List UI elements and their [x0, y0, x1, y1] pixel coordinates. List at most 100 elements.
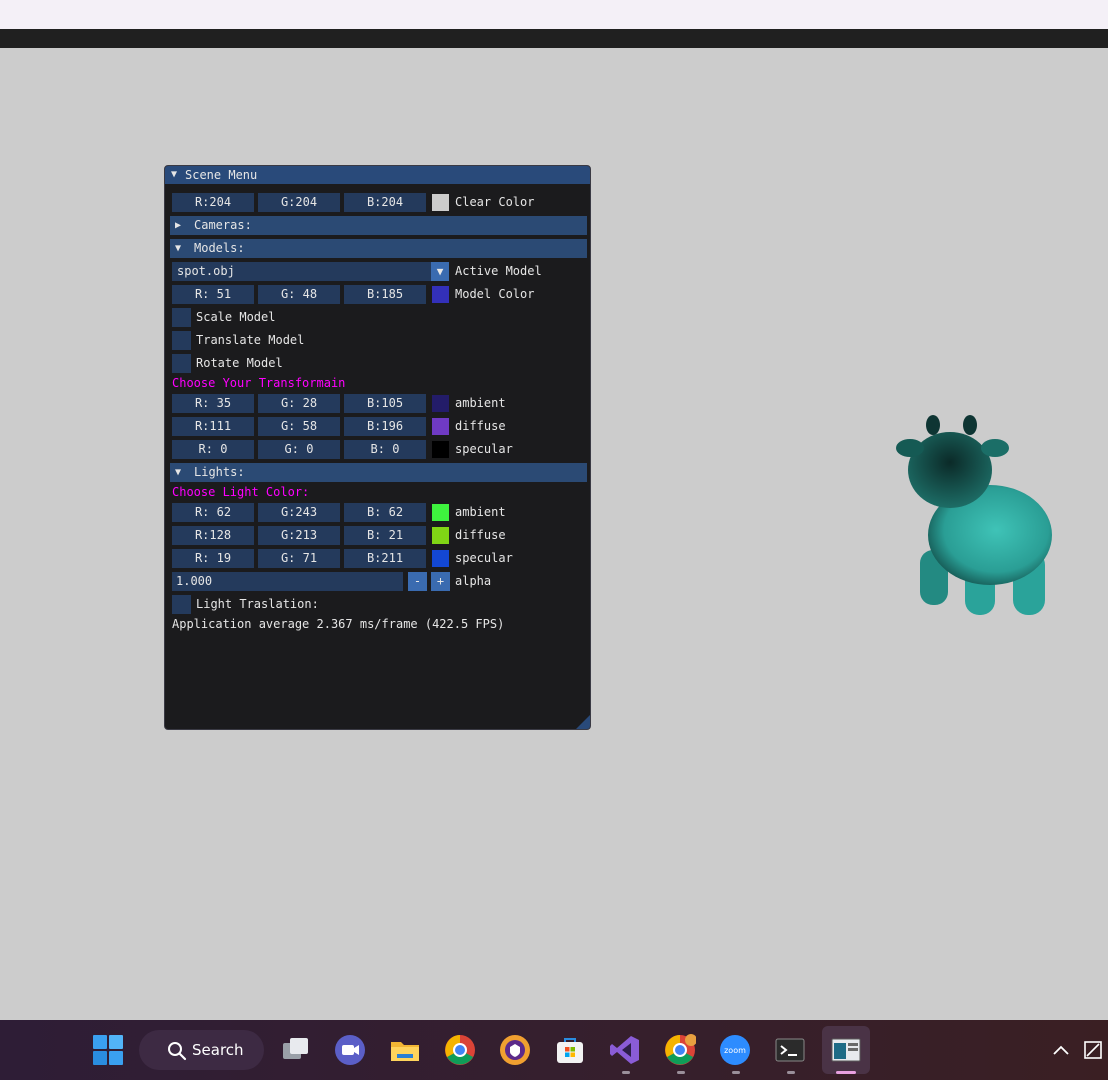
- light-diffuse-r-field[interactable]: R:128: [172, 526, 254, 545]
- light-specular-label: specular: [455, 551, 513, 565]
- clear-color-g-field[interactable]: G:204: [258, 193, 340, 212]
- clear-color-swatch[interactable]: [432, 194, 449, 211]
- material-diffuse-r-field[interactable]: R:111: [172, 417, 254, 436]
- material-specular-g-field[interactable]: G: 0: [258, 440, 340, 459]
- window-title: Scene Menu: [185, 168, 258, 182]
- model-color-g-field[interactable]: G: 48: [258, 285, 340, 304]
- alpha-decrement-button[interactable]: -: [408, 572, 427, 591]
- light-specular-g-field[interactable]: G: 71: [258, 549, 340, 568]
- material-ambient-r-field[interactable]: R: 35: [172, 394, 254, 413]
- light-specular-r-field[interactable]: R: 19: [172, 549, 254, 568]
- lights-header[interactable]: ▼ Lights:: [170, 463, 587, 482]
- running-indicator: [677, 1071, 685, 1074]
- notification-icon[interactable]: [1082, 1039, 1104, 1061]
- model-color-swatch[interactable]: [432, 286, 449, 303]
- search-icon: [168, 1042, 187, 1061]
- collapse-arrow-icon: ▼: [175, 467, 182, 478]
- material-diffuse-b-field[interactable]: B:196: [344, 417, 426, 436]
- collapse-arrow-icon[interactable]: ▼: [171, 166, 177, 184]
- material-specular-label: specular: [455, 442, 513, 456]
- alpha-label: alpha: [455, 574, 492, 588]
- collapse-arrow-icon: ▼: [175, 243, 182, 254]
- active-model-label: Active Model: [455, 264, 542, 278]
- alpha-increment-button[interactable]: +: [431, 572, 450, 591]
- light-ambient-label: ambient: [455, 505, 506, 519]
- clear-color-label: Clear Color: [455, 195, 535, 209]
- alpha-value: 1.000: [176, 574, 213, 588]
- light-diffuse-g-field[interactable]: G:213: [258, 526, 340, 545]
- material-ambient-label: ambient: [455, 396, 506, 410]
- models-header-label: Models:: [194, 241, 245, 255]
- light-specular-swatch[interactable]: [432, 550, 449, 567]
- light-ambient-swatch[interactable]: [432, 504, 449, 521]
- light-translation-label: Light Traslation:: [196, 597, 319, 611]
- transform-prompt: Choose Your Transformain: [172, 376, 346, 390]
- taskbar-search-box[interactable]: Search: [139, 1030, 264, 1070]
- terminal-icon[interactable]: [774, 1034, 806, 1066]
- task-view-icon[interactable]: [280, 1034, 312, 1066]
- material-ambient-g-field[interactable]: G: 28: [258, 394, 340, 413]
- material-specular-b-field[interactable]: B: 0: [344, 440, 426, 459]
- clear-color-b-field[interactable]: B:204: [344, 193, 426, 212]
- lights-header-label: Lights:: [194, 465, 245, 479]
- scale-model-checkbox[interactable]: [172, 308, 191, 327]
- translate-model-label: Translate Model: [196, 333, 305, 347]
- app-title-bar: [0, 29, 1108, 48]
- chevron-up-icon[interactable]: [1052, 1041, 1070, 1059]
- alpha-input[interactable]: 1.000: [172, 572, 403, 591]
- microsoft-store-icon[interactable]: [554, 1034, 586, 1066]
- rotate-model-label: Rotate Model: [196, 356, 283, 370]
- teams-meet-icon[interactable]: [334, 1034, 366, 1066]
- light-ambient-r-field[interactable]: R: 62: [172, 503, 254, 522]
- cameras-header-label: Cameras:: [194, 218, 252, 232]
- visual-studio-icon[interactable]: [609, 1034, 641, 1066]
- chrome-icon[interactable]: [444, 1034, 476, 1066]
- light-translation-checkbox[interactable]: [172, 595, 191, 614]
- scene-menu-window: ▼ Scene Menu R:204 G:204 B:204 Clear Col…: [164, 165, 591, 730]
- active-indicator: [836, 1071, 856, 1074]
- bitwarden-icon[interactable]: [499, 1034, 531, 1066]
- material-diffuse-g-field[interactable]: G: 58: [258, 417, 340, 436]
- zoom-icon[interactable]: zoom: [719, 1034, 751, 1066]
- light-ambient-g-field[interactable]: G:243: [258, 503, 340, 522]
- light-ambient-b-field[interactable]: B: 62: [344, 503, 426, 522]
- light-diffuse-b-field[interactable]: B: 21: [344, 526, 426, 545]
- top-strip: [0, 0, 1108, 29]
- active-model-combo[interactable]: spot.obj ▼: [172, 262, 449, 281]
- running-indicator: [622, 1071, 630, 1074]
- rotate-model-checkbox[interactable]: [172, 354, 191, 373]
- model-color-r-field[interactable]: R: 51: [172, 285, 254, 304]
- windows-start-icon[interactable]: [92, 1034, 124, 1066]
- opengl-app-icon[interactable]: [830, 1034, 862, 1066]
- light-diffuse-label: diffuse: [455, 528, 506, 542]
- file-explorer-icon[interactable]: [389, 1034, 421, 1066]
- light-prompt: Choose Light Color:: [172, 485, 310, 499]
- taskbar: Search zoom: [0, 1020, 1108, 1080]
- material-diffuse-label: diffuse: [455, 419, 506, 433]
- spot-cow-model: [895, 410, 1060, 620]
- light-specular-b-field[interactable]: B:211: [344, 549, 426, 568]
- cow-illustration: [896, 415, 1052, 615]
- cameras-header[interactable]: ▶ Cameras:: [170, 216, 587, 235]
- material-ambient-swatch[interactable]: [432, 395, 449, 412]
- fps-readout: Application average 2.367 ms/frame (422.…: [172, 617, 505, 631]
- running-indicator: [732, 1071, 740, 1074]
- search-label: Search: [192, 1041, 244, 1059]
- chrome-profile-icon[interactable]: [664, 1034, 696, 1066]
- svg-text:zoom: zoom: [724, 1046, 746, 1055]
- material-ambient-b-field[interactable]: B:105: [344, 394, 426, 413]
- resize-grip[interactable]: [576, 715, 590, 729]
- scale-model-label: Scale Model: [196, 310, 276, 324]
- expand-arrow-icon: ▶: [175, 220, 182, 231]
- material-specular-swatch[interactable]: [432, 441, 449, 458]
- material-specular-r-field[interactable]: R: 0: [172, 440, 254, 459]
- translate-model-checkbox[interactable]: [172, 331, 191, 350]
- chevron-down-icon[interactable]: ▼: [431, 262, 449, 281]
- window-title-bar[interactable]: ▼ Scene Menu: [165, 166, 590, 184]
- light-diffuse-swatch[interactable]: [432, 527, 449, 544]
- clear-color-r-field[interactable]: R:204: [172, 193, 254, 212]
- material-diffuse-swatch[interactable]: [432, 418, 449, 435]
- models-header[interactable]: ▼ Models:: [170, 239, 587, 258]
- active-model-value: spot.obj: [177, 264, 235, 278]
- model-color-b-field[interactable]: B:185: [344, 285, 426, 304]
